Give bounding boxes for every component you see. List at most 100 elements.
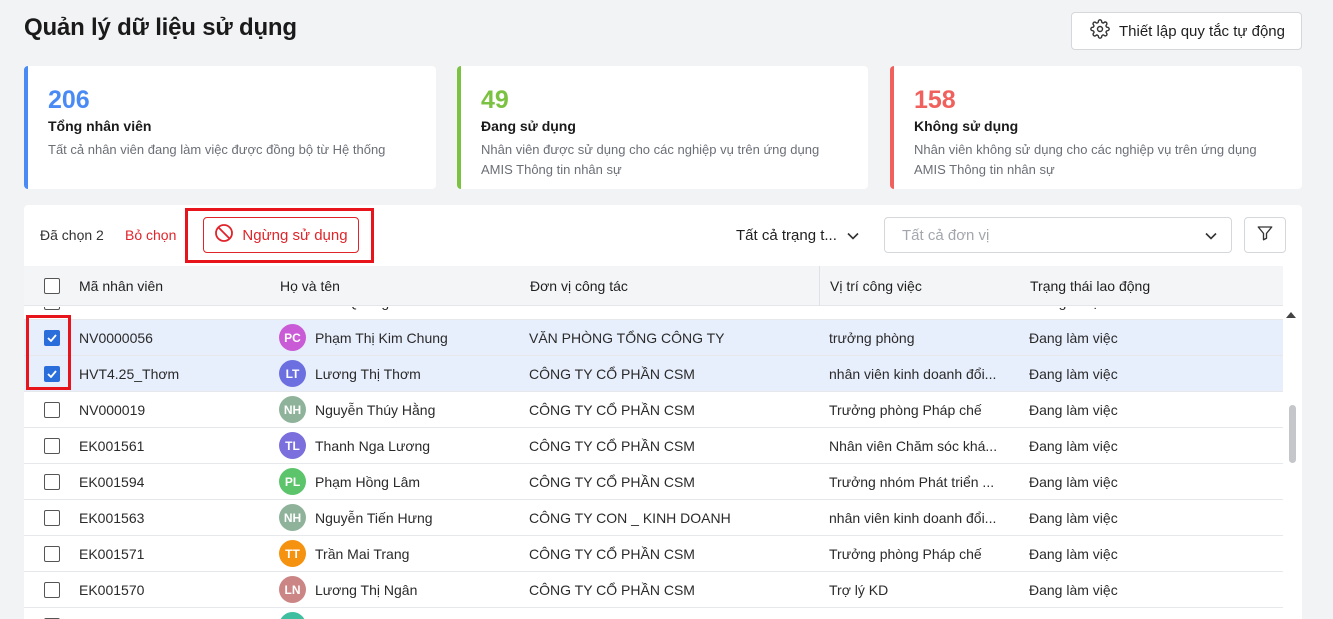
select-all-cell: [44, 266, 60, 306]
employee-name: Nguyễn Tiến Hưng: [315, 509, 433, 526]
avatar: [279, 612, 306, 619]
table-row[interactable]: EK001561 TL Thanh Nga Lương CÔNG TY CỔ PH…: [24, 428, 1283, 464]
avatar: TL: [279, 432, 306, 459]
employee-position: nhân viên kinh doanh đổi...: [829, 365, 997, 382]
avatar: PL: [279, 468, 306, 495]
employee-name: Lương Thị Ngân: [315, 581, 418, 598]
filter-icon: [1256, 224, 1274, 247]
column-header-position[interactable]: Vị trí công việc: [830, 266, 922, 306]
stop-using-button[interactable]: Ngừng sử dụng: [203, 217, 359, 253]
select-all-checkbox[interactable]: [44, 278, 60, 294]
scrollbar-thumb[interactable]: [1289, 405, 1296, 463]
table-row[interactable]: EK001570 LN Lương Thị Ngân CÔNG TY CỔ PHẦ…: [24, 572, 1283, 608]
column-header-name[interactable]: Họ và tên: [280, 266, 340, 306]
avatar: LT: [279, 360, 306, 387]
avatar: NH: [279, 504, 306, 531]
employee-unit: CÔNG TY CỔ PHẦN CSM: [529, 473, 695, 490]
employee-status: Đang làm việc: [1029, 545, 1118, 562]
employee-position: Trưởng phòng Pháp chế: [829, 401, 982, 418]
employee-name: Phạm Thị Kim Chung: [315, 329, 448, 346]
table-row[interactable]: EK001563 NH Nguyễn Tiến Hưng CÔNG TY CON …: [24, 500, 1283, 536]
unselect-link[interactable]: Bỏ chọn: [125, 227, 176, 243]
table-row[interactable]: HVT4.25_Thơm LT Lương Thị Thơm CÔNG TY CỔ…: [24, 356, 1283, 392]
employee-unit: CÔNG TY CỔ PHẦN CSM: [529, 365, 695, 382]
auto-rule-button[interactable]: Thiết lập quy tắc tự động: [1071, 12, 1302, 50]
avatar: NH: [279, 396, 306, 423]
status-filter-select[interactable]: Tất cả trạng t...: [736, 227, 859, 244]
stat-card-total: 206 Tổng nhân viên Tất cả nhân viên đang…: [24, 66, 436, 189]
filter-button[interactable]: [1244, 217, 1286, 253]
table-header: Mã nhân viên Họ và tên Đơn vị công tác V…: [24, 266, 1283, 306]
employee-status: Đang làm việc: [1029, 581, 1118, 598]
column-resize-handle[interactable]: [819, 266, 820, 306]
employee-code: EK001563: [79, 509, 145, 526]
employee-code: EK001561: [79, 437, 145, 454]
stat-card-not-in-use: 158 Không sử dụng Nhân viên không sử dụn…: [890, 66, 1302, 189]
employee-unit: CÔNG TY CON _ KINH DOANH: [529, 509, 731, 526]
employee-code: EK001594: [79, 473, 145, 490]
employee-position: nhân viên kinh doanh đổi...: [829, 509, 997, 526]
table-row[interactable]: NV000019 NH Nguyễn Thúy Hằng CÔNG TY CỔ P…: [24, 392, 1283, 428]
gear-icon: [1090, 19, 1110, 43]
employee-unit: CÔNG TY CỔ PHẦN CSM: [529, 545, 695, 562]
table-row[interactable]: [24, 608, 1283, 619]
chevron-down-icon: [1205, 227, 1217, 244]
employee-status: Đã nghỉ việc: [1029, 307, 1106, 319]
employee-position: Trưởng nhóm Phát triển ...: [829, 473, 995, 490]
column-header-code[interactable]: Mã nhân viên: [79, 266, 163, 306]
employee-status: Đang làm việc: [1029, 437, 1118, 454]
stat-value: 206: [48, 86, 90, 114]
unit-filter-select[interactable]: Tất cả đơn vị: [884, 217, 1232, 253]
stop-using-label: Ngừng sử dụng: [242, 226, 348, 244]
employee-code: EK001571: [79, 545, 145, 562]
employee-panel: Đã chọn 2 Bỏ chọn Ngừng sử dụng Tất cả t…: [24, 205, 1302, 619]
checkbox-highlight: [26, 315, 71, 390]
page-title: Quản lý dữ liệu sử dụng: [24, 14, 297, 41]
table-row[interactable]: NV0000056 PC Phạm Thị Kim Chung VĂN PHÒNG…: [24, 320, 1283, 356]
selected-count: Đã chọn 2: [40, 227, 104, 243]
table-body: EK001550 Trần Quang PHÒNG KINH DOANH HÀN…: [24, 307, 1283, 619]
employee-status: Đang làm việc: [1029, 509, 1118, 526]
row-checkbox[interactable]: [44, 437, 60, 454]
employee-code: NV0000056: [79, 329, 153, 346]
table-row[interactable]: EK001571 TT Trần Mai Trang CÔNG TY CỔ PHẦ…: [24, 536, 1283, 572]
table-row[interactable]: EK001594 PL Phạm Hồng Lâm CÔNG TY CỔ PHẦN…: [24, 464, 1283, 500]
unit-filter-placeholder: Tất cả đơn vị: [902, 226, 990, 244]
row-checkbox[interactable]: [44, 581, 60, 598]
employee-name: Nguyễn Thúy Hằng: [315, 401, 436, 418]
table-row[interactable]: EK001550 Trần Quang PHÒNG KINH DOANH HÀN…: [24, 307, 1283, 320]
scroll-up-arrow[interactable]: [1286, 312, 1296, 318]
row-checkbox[interactable]: [44, 307, 60, 310]
avatar: LN: [279, 576, 306, 603]
employee-position: Nhân viên Chăm sóc khá...: [829, 437, 998, 454]
auto-rule-label: Thiết lập quy tắc tự động: [1119, 22, 1285, 40]
employee-name: Thanh Nga Lương: [315, 437, 431, 454]
column-header-unit[interactable]: Đơn vị công tác: [530, 266, 628, 306]
employee-unit: VĂN PHÒNG TỔNG CÔNG TY: [529, 329, 725, 346]
stat-label: Tổng nhân viên: [48, 118, 152, 134]
employee-name: Lương Thị Thơm: [315, 365, 421, 382]
employee-position: Trưởng phòng Pháp chế: [829, 545, 982, 562]
row-checkbox[interactable]: [44, 509, 60, 526]
avatar: TT: [279, 540, 306, 567]
employee-status: Đang làm việc: [1029, 329, 1118, 346]
row-checkbox[interactable]: [44, 545, 60, 562]
row-checkbox[interactable]: [44, 401, 60, 418]
stat-value: 49: [481, 86, 509, 114]
ban-icon: [214, 223, 234, 247]
stat-description: Nhân viên được sử dụng cho các nghiệp vụ…: [481, 142, 820, 177]
column-header-status[interactable]: Trạng thái lao động: [1030, 266, 1154, 306]
stat-card-accent: [24, 66, 28, 189]
employee-position: NV GSKH: [829, 307, 892, 319]
avatar: PC: [279, 324, 306, 351]
employee-name: Trần Quang: [315, 307, 389, 319]
employee-unit: CÔNG TY CỔ PHẦN CSM: [529, 401, 695, 418]
employee-code: EK001570: [79, 581, 145, 598]
employee-name: Phạm Hồng Lâm: [315, 473, 421, 490]
stat-label: Không sử dụng: [914, 118, 1019, 134]
chevron-down-icon: [847, 227, 859, 244]
row-checkbox[interactable]: [44, 473, 60, 490]
employee-code: EK001550: [79, 307, 144, 319]
employee-position: trưởng phòng: [829, 329, 915, 346]
employee-status: Đang làm việc: [1029, 473, 1118, 490]
